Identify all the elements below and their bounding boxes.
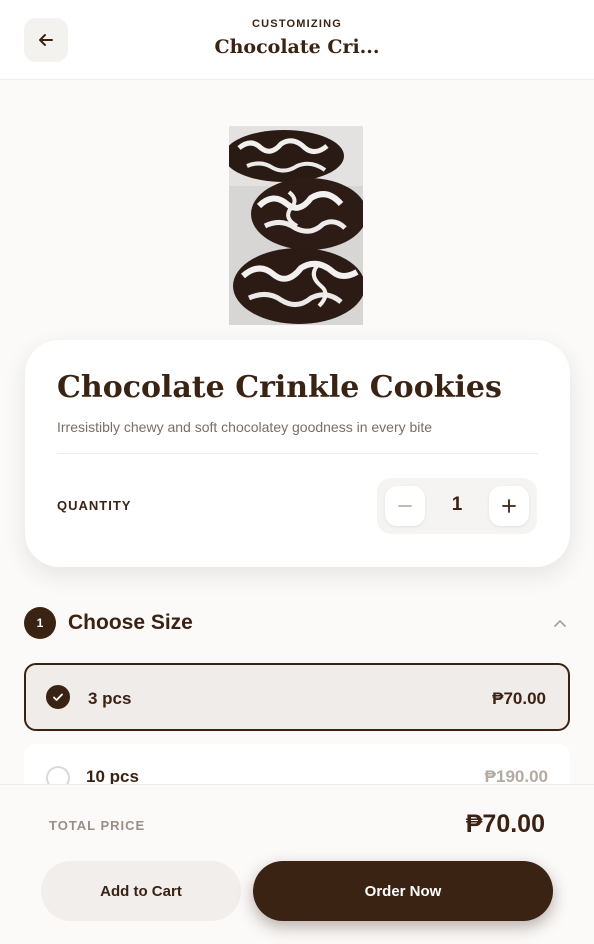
check-icon	[53, 693, 63, 701]
quantity-value: 1	[451, 494, 463, 515]
chevron-up-icon	[554, 620, 566, 627]
checkout-footer: TOTAL PRICE ₱70.00 Add to Cart Order Now	[0, 784, 594, 944]
section-title: Choose Size	[68, 611, 193, 634]
top-bar: CUSTOMIZING Chocolate Cri...	[0, 0, 594, 80]
page-title: Chocolate Cri...	[214, 36, 380, 58]
quantity-stepper: 1	[377, 478, 537, 534]
product-image	[229, 126, 363, 325]
crinkle-cookies-photo	[229, 126, 363, 325]
radio-selected	[46, 685, 70, 709]
divider	[57, 453, 538, 454]
product-name: Chocolate Crinkle Cookies	[57, 370, 502, 405]
header-eyebrow: CUSTOMIZING	[252, 18, 342, 30]
option-label: 3 pcs	[88, 689, 132, 708]
plus-icon	[502, 499, 516, 513]
quantity-label: QUANTITY	[57, 498, 132, 513]
minus-icon	[398, 505, 412, 507]
total-label: TOTAL PRICE	[49, 818, 146, 833]
section-number-badge: 1	[24, 607, 56, 639]
add-to-cart-button[interactable]: Add to Cart	[41, 861, 241, 921]
total-price: ₱70.00	[465, 810, 545, 838]
size-option-3pcs[interactable]: 3 pcs ₱70.00	[24, 663, 570, 731]
increase-quantity-button[interactable]	[489, 486, 529, 526]
order-now-button[interactable]: Order Now	[253, 861, 553, 921]
decrease-quantity-button[interactable]	[385, 486, 425, 526]
product-description: Irresistibly chewy and soft chocolatey g…	[57, 419, 433, 435]
collapse-section-button[interactable]	[548, 612, 572, 636]
product-card: Chocolate Crinkle Cookies Irresistibly c…	[25, 340, 570, 567]
option-price: ₱70.00	[492, 689, 546, 708]
